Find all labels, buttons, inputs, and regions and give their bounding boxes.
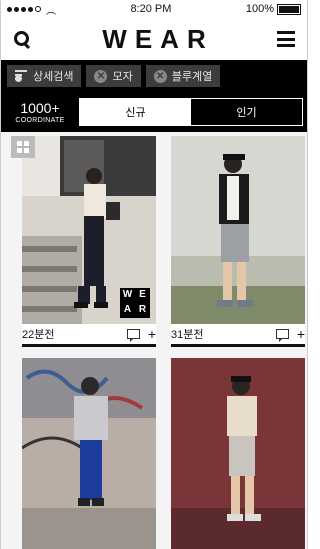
post-time: 31분전	[171, 329, 204, 341]
chip-label: 모자	[112, 71, 133, 83]
filter-bar: 상세검색 ✕ 모자 ✕ 블루계열	[1, 60, 307, 92]
sort-bar: 1000+ COORDINATE 신규 인기	[1, 92, 307, 132]
outfit-photo[interactable]: WE AR	[22, 136, 156, 324]
remove-icon[interactable]: ✕	[153, 69, 167, 83]
status-bar: ︵ 8:20 PM 100%	[1, 0, 307, 18]
filter-chip-hat[interactable]: ✕ 모자	[86, 65, 141, 87]
card-meta: 31분전 +	[171, 324, 305, 344]
app-header: WEAR	[1, 18, 307, 60]
counter-value: 1000+	[20, 99, 60, 116]
wear-badge: WE AR	[120, 288, 150, 318]
coordinate-card[interactable]	[22, 358, 156, 549]
add-icon[interactable]: +	[297, 326, 305, 342]
tab-new[interactable]: 신규	[80, 99, 191, 125]
add-icon[interactable]: +	[148, 326, 156, 342]
status-time: 8:20 PM	[130, 3, 172, 15]
coordinate-card[interactable]	[171, 358, 305, 549]
filter-search-icon	[15, 70, 28, 82]
remove-icon[interactable]: ✕	[94, 69, 108, 83]
battery-icon	[276, 3, 301, 15]
detail-search-chip[interactable]: 상세검색	[7, 65, 82, 87]
outfit-photo[interactable]	[171, 136, 305, 324]
filter-chip-blue[interactable]: ✕ 블루계열	[145, 65, 221, 87]
search-icon[interactable]	[13, 30, 31, 48]
signal-indicator: ︵	[7, 2, 56, 17]
sort-tabs: 신규 인기	[79, 98, 303, 126]
post-time: 22분전	[22, 329, 55, 341]
app-frame: ︵ 8:20 PM 100% WEAR 상세검색 ✕ 모자 ✕ 블루계열 100…	[0, 0, 308, 549]
outfit-photo[interactable]	[22, 358, 156, 549]
tab-popular[interactable]: 인기	[191, 99, 302, 125]
comment-icon[interactable]	[275, 329, 289, 342]
counter-label: COORDINATE	[15, 116, 65, 124]
card-meta: 22분전 +	[22, 324, 156, 344]
battery-percent: 100%	[245, 3, 274, 15]
grid-view-icon[interactable]	[11, 136, 35, 158]
coordinate-card[interactable]: WE AR 22분전 +	[22, 136, 156, 347]
battery-indicator: 100%	[246, 3, 301, 15]
comment-icon[interactable]	[126, 329, 140, 342]
outfit-photo[interactable]	[171, 358, 305, 549]
coordinate-counter: 1000+ COORDINATE	[1, 101, 79, 124]
chip-label: 상세검색	[33, 71, 74, 83]
coordinate-card[interactable]: 31분전 +	[171, 136, 305, 347]
coordinate-grid: WE AR 22분전 + 31분전 +	[1, 132, 307, 549]
card-divider	[22, 344, 156, 347]
wifi-icon: ︵	[46, 5, 56, 17]
card-divider	[171, 344, 305, 347]
app-logo: WEAR	[102, 23, 214, 54]
chip-label: 블루계열	[171, 71, 213, 83]
menu-icon[interactable]	[277, 31, 295, 47]
